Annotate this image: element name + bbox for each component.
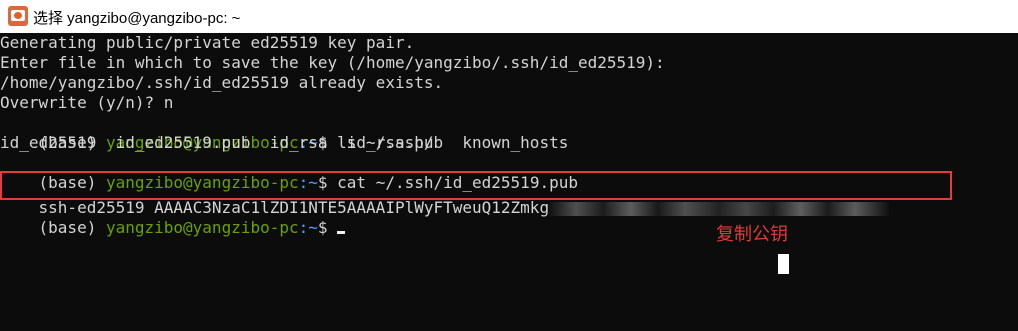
- public-key-highlight-box: [0, 171, 952, 200]
- terminal-line: Overwrite (y/n)? n: [0, 93, 174, 112]
- title-bar: 选择 yangzibo@yangzibo-pc: ~: [0, 0, 1018, 33]
- redacted-key-blur: [549, 201, 890, 216]
- conda-env: (base): [38, 218, 106, 237]
- copy-public-key-annotation: 复制公钥: [716, 224, 788, 245]
- user-host: yangzibo@yangzibo-pc: [105, 218, 299, 237]
- window-title: 选择 yangzibo@yangzibo-pc: ~: [33, 10, 241, 27]
- terminal-line: Generating public/private ed25519 key pa…: [0, 33, 415, 52]
- terminal-line: Enter file in which to save the key (/ho…: [0, 53, 665, 72]
- prompt-symbol: $: [317, 218, 338, 237]
- shell-prompt: (base) yangzibo@yangzibo-pc:~$: [0, 198, 346, 258]
- current-path: :~: [298, 218, 318, 237]
- terminal-line: /home/yangzibo/.ssh/id_ed25519 already e…: [0, 73, 444, 92]
- ls-output: id_ed25519 id_ed25519.pub id_rsa id_rsa.…: [0, 133, 569, 152]
- block-cursor: [778, 254, 789, 274]
- terminal-app-icon: [8, 6, 28, 26]
- text-cursor: [337, 231, 346, 234]
